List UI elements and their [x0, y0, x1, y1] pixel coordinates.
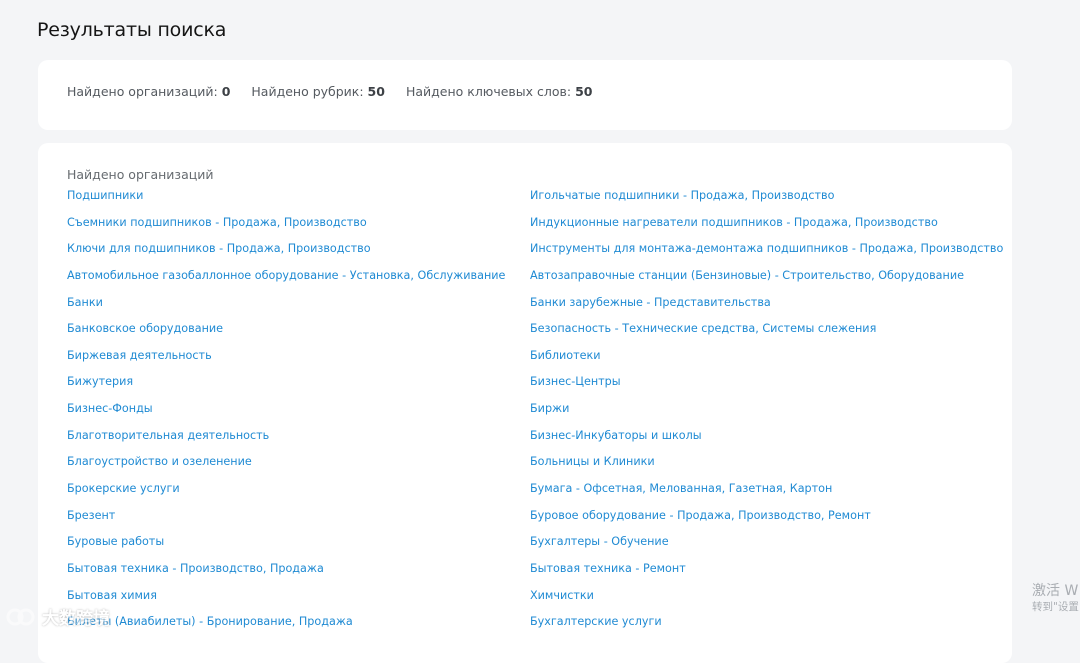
watermark-logo-icon [6, 608, 35, 625]
result-link[interactable]: Химчистки [530, 589, 594, 602]
activate-windows-notice: 激活 W 转到"设置 [1032, 582, 1079, 614]
result-link[interactable]: Бизнес-Фонды [67, 402, 153, 415]
stat-value: 50 [367, 84, 385, 99]
result-list-item: Бизнес-Фонды [67, 402, 505, 429]
stat-item: Найдено ключевых слов: 50 [406, 84, 593, 99]
result-list-item: Брезент [67, 509, 505, 536]
result-link[interactable]: Банковское оборудование [67, 322, 223, 335]
results-right-column: Игольчатые подшипники - Продажа, Произво… [530, 189, 1003, 642]
result-link[interactable]: Индукционные нагреватели подшипников - П… [530, 216, 938, 229]
result-list-item: Бухгалтерские услуги [530, 615, 1003, 642]
result-link[interactable]: Бытовая техника - Производство, Продажа [67, 562, 324, 575]
result-list-item: Съемники подшипников - Продажа, Производ… [67, 216, 505, 243]
result-link[interactable]: Бытовая техника - Ремонт [530, 562, 686, 575]
result-link[interactable]: Буровое оборудование - Продажа, Производ… [530, 509, 871, 522]
result-link[interactable]: Библиотеки [530, 349, 601, 362]
result-list-item: Автозаправочные станции (Бензиновые) - С… [530, 269, 1003, 296]
result-link[interactable]: Благотворительная деятельность [67, 429, 269, 442]
result-link[interactable]: Буровые работы [67, 535, 164, 548]
results-heading: Найдено организаций [67, 167, 214, 182]
result-list-item: Брокерские услуги [67, 482, 505, 509]
search-stats: Найдено организаций: 0 Найдено рубрик: 50… [67, 84, 593, 99]
result-link[interactable]: Подшипники [67, 189, 143, 202]
stat-label: Найдено рубрик: [251, 84, 364, 99]
result-link[interactable]: Брокерские услуги [67, 482, 180, 495]
result-list-item: Бытовая химия [67, 589, 505, 616]
result-list-item: Биржевая деятельность [67, 349, 505, 376]
stat-value: 0 [221, 84, 231, 99]
activate-windows-hint: 转到"设置 [1032, 601, 1079, 613]
result-link[interactable]: Биржевая деятельность [67, 349, 212, 362]
stat-label: Найдено организаций: [67, 84, 218, 99]
result-link[interactable]: Игольчатые подшипники - Продажа, Произво… [530, 189, 834, 202]
result-list-item: Автомобильное газобаллонное оборудование… [67, 269, 505, 296]
result-link[interactable]: Бизнес-Инкубаторы и школы [530, 429, 702, 442]
result-list-item: Бытовая техника - Производство, Продажа [67, 562, 505, 589]
result-link[interactable]: Благоустройство и озеленение [67, 455, 252, 468]
result-link[interactable]: Банки [67, 296, 103, 309]
result-link[interactable]: Биржи [530, 402, 569, 415]
search-stats-card: Найдено организаций: 0 Найдено рубрик: 50… [38, 60, 1012, 130]
result-link[interactable]: Бухгалтерские услуги [530, 615, 662, 628]
result-link[interactable]: Банки зарубежные - Представительства [530, 296, 771, 309]
page-title: Результаты поиска [37, 19, 227, 41]
result-list-item: Игольчатые подшипники - Продажа, Произво… [530, 189, 1003, 216]
stat-item: Найдено рубрик: 50 [251, 84, 385, 99]
result-list-item: Безопасность - Технические средства, Сис… [530, 322, 1003, 349]
results-left-column: Подшипники Съемники подшипников - Продажа… [67, 189, 505, 642]
stat-value: 50 [575, 84, 593, 99]
result-link[interactable]: Бижутерия [67, 375, 133, 388]
result-link[interactable]: Автозаправочные станции (Бензиновые) - С… [530, 269, 964, 282]
result-list-item: Банки зарубежные - Представительства [530, 296, 1003, 323]
result-link[interactable]: Бытовая химия [67, 589, 157, 602]
result-list-item: Бухгалтеры - Обучение [530, 535, 1003, 562]
search-results-card: Найдено организаций Подшипники Съемники п… [38, 143, 1012, 663]
result-link[interactable]: Брезент [67, 509, 115, 522]
stat-label: Найдено ключевых слов: [405, 84, 572, 99]
result-list-item: Бижутерия [67, 375, 505, 402]
result-link[interactable]: Бизнес-Центры [530, 375, 621, 388]
stat-item: Найдено организаций: 0 [67, 84, 230, 99]
result-link[interactable]: Больницы и Клиники [530, 455, 655, 468]
result-list-item: Библиотеки [530, 349, 1003, 376]
result-list-item: Буровое оборудование - Продажа, Производ… [530, 509, 1003, 536]
result-list-item: Банки [67, 296, 505, 323]
result-list-item: Банковское оборудование [67, 322, 505, 349]
result-list-item: Бытовая техника - Ремонт [530, 562, 1003, 589]
result-list-item: Индукционные нагреватели подшипников - П… [530, 216, 1003, 243]
result-list-item: Бумага - Офсетная, Мелованная, Газетная,… [530, 482, 1003, 509]
result-list-item: Билеты (Авиабилеты) - Бронирование, Прод… [67, 615, 505, 642]
result-list-item: Ключи для подшипников - Продажа, Произво… [67, 242, 505, 269]
result-list-item: Благотворительная деятельность [67, 429, 505, 456]
watermark: 大数跨境 [6, 604, 110, 629]
result-list-item: Химчистки [530, 589, 1003, 616]
result-list-item: Бизнес-Центры [530, 375, 1003, 402]
result-link[interactable]: Ключи для подшипников - Продажа, Произво… [67, 242, 371, 255]
result-link[interactable]: Съемники подшипников - Продажа, Производ… [67, 216, 367, 229]
result-link[interactable]: Автомобильное газобаллонное оборудование… [67, 269, 505, 282]
result-list-item: Инструменты для монтажа-демонтажа подшип… [530, 242, 1003, 269]
activate-windows-title: 激活 W [1032, 583, 1079, 599]
result-list-item: Буровые работы [67, 535, 505, 562]
result-link[interactable]: Бухгалтеры - Обучение [530, 535, 669, 548]
watermark-text: 大数跨境 [42, 609, 110, 629]
result-list-item: Биржи [530, 402, 1003, 429]
result-list-item: Больницы и Клиники [530, 455, 1003, 482]
result-link[interactable]: Бумага - Офсетная, Мелованная, Газетная,… [530, 482, 832, 495]
result-list-item: Подшипники [67, 189, 505, 216]
result-list-item: Бизнес-Инкубаторы и школы [530, 429, 1003, 456]
result-link[interactable]: Безопасность - Технические средства, Сис… [530, 322, 876, 335]
result-list-item: Благоустройство и озеленение [67, 455, 505, 482]
result-link[interactable]: Инструменты для монтажа-демонтажа подшип… [530, 242, 1003, 255]
